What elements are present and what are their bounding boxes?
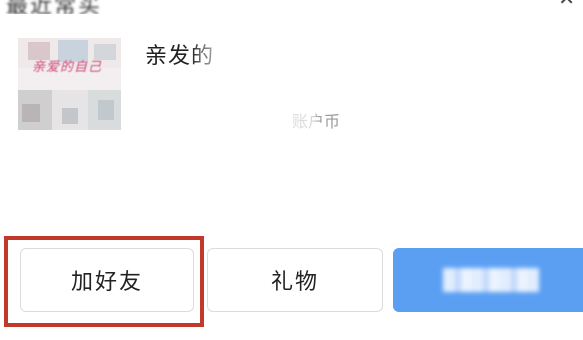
- header-title: 最近常买: [6, 0, 103, 14]
- redaction-blur: [443, 268, 539, 292]
- add-friend-button[interactable]: 加好友: [20, 248, 194, 312]
- item-thumbnail[interactable]: 亲爱的自己: [18, 38, 121, 130]
- redaction-blur: [286, 102, 316, 132]
- header-strip: 最近常买 ✕: [0, 0, 583, 14]
- gift-button[interactable]: 礼物: [207, 248, 383, 312]
- thumbnail-caption: 亲爱的自己: [32, 60, 103, 75]
- close-icon[interactable]: ✕: [558, 0, 575, 10]
- primary-action-button[interactable]: [393, 248, 583, 312]
- redaction-blur: [195, 36, 285, 70]
